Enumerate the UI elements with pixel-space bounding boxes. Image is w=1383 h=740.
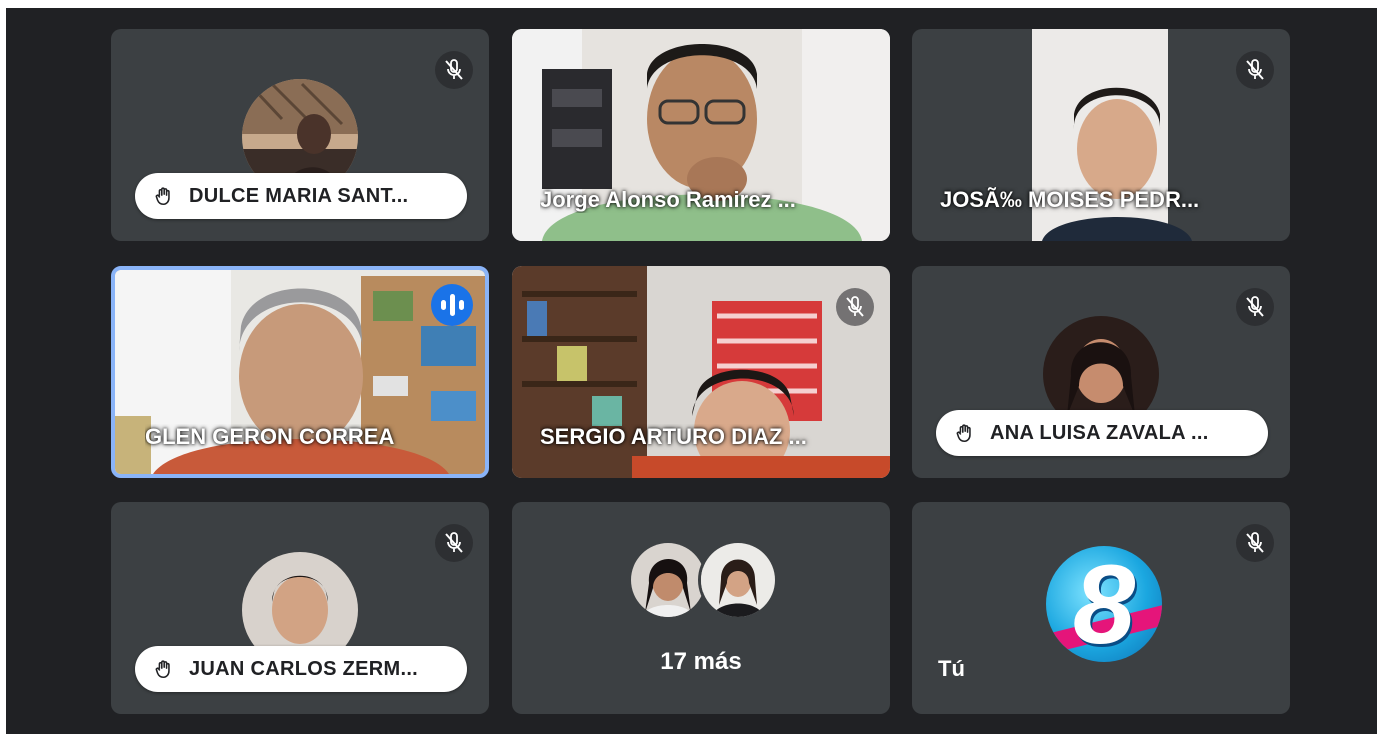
participant-name: JOSÃ‰ MOISES PEDR... bbox=[940, 187, 1200, 212]
participant-name: SERGIO ARTURO DIAZ ... bbox=[540, 424, 807, 449]
participant-tile[interactable]: Jorge Alonso Ramirez ... bbox=[512, 29, 890, 241]
participant-name: Jorge Alonso Ramirez ... bbox=[540, 187, 796, 212]
hand-raised-icon bbox=[153, 185, 175, 207]
participant-name: JUAN CARLOS ZERM... bbox=[189, 657, 419, 680]
mic-off-icon bbox=[1236, 524, 1274, 562]
participant-tile[interactable]: SERGIO ARTURO DIAZ ... bbox=[512, 266, 890, 478]
avatar: 8 bbox=[1046, 546, 1162, 662]
participant-name: GLEN GERON CORREA bbox=[145, 424, 395, 449]
participant-name: ANA LUISA ZAVALA ... bbox=[990, 421, 1209, 444]
participant-name: DULCE MARIA SANT... bbox=[189, 184, 409, 207]
name-tag: ANA LUISA ZAVALA ... bbox=[936, 410, 1268, 456]
participant-tile[interactable]: JOSÃ‰ MOISES PEDR... bbox=[912, 29, 1290, 241]
mic-off-icon bbox=[1236, 51, 1274, 89]
more-count-label: 17 más bbox=[660, 648, 742, 675]
mic-off-icon bbox=[435, 524, 473, 562]
avatar bbox=[698, 540, 778, 620]
participant-tile[interactable]: DULCE MARIA SANT... bbox=[111, 29, 489, 241]
hand-raised-icon bbox=[954, 422, 976, 444]
participant-tile[interactable]: JUAN CARLOS ZERM... bbox=[111, 502, 489, 714]
mic-off-icon bbox=[1236, 288, 1274, 326]
audio-level-icon bbox=[431, 284, 473, 326]
participant-tile-active[interactable]: GLEN GERON CORREA bbox=[111, 266, 489, 478]
avatar bbox=[628, 540, 708, 620]
name-tag: DULCE MARIA SANT... bbox=[135, 173, 467, 219]
self-tile[interactable]: 8 Tú bbox=[912, 502, 1290, 714]
name-tag: JUAN CARLOS ZERM... bbox=[135, 646, 467, 692]
meeting-grid: DULCE MARIA SANT... Jorge Alonso Ramirez… bbox=[6, 8, 1377, 734]
self-label: Tú bbox=[938, 656, 965, 681]
mic-off-icon bbox=[836, 288, 874, 326]
hand-raised-icon bbox=[153, 658, 175, 680]
participant-tile[interactable]: ANA LUISA ZAVALA ... bbox=[912, 266, 1290, 478]
more-participants-tile[interactable]: 17 más bbox=[512, 502, 890, 714]
mic-off-icon bbox=[435, 51, 473, 89]
